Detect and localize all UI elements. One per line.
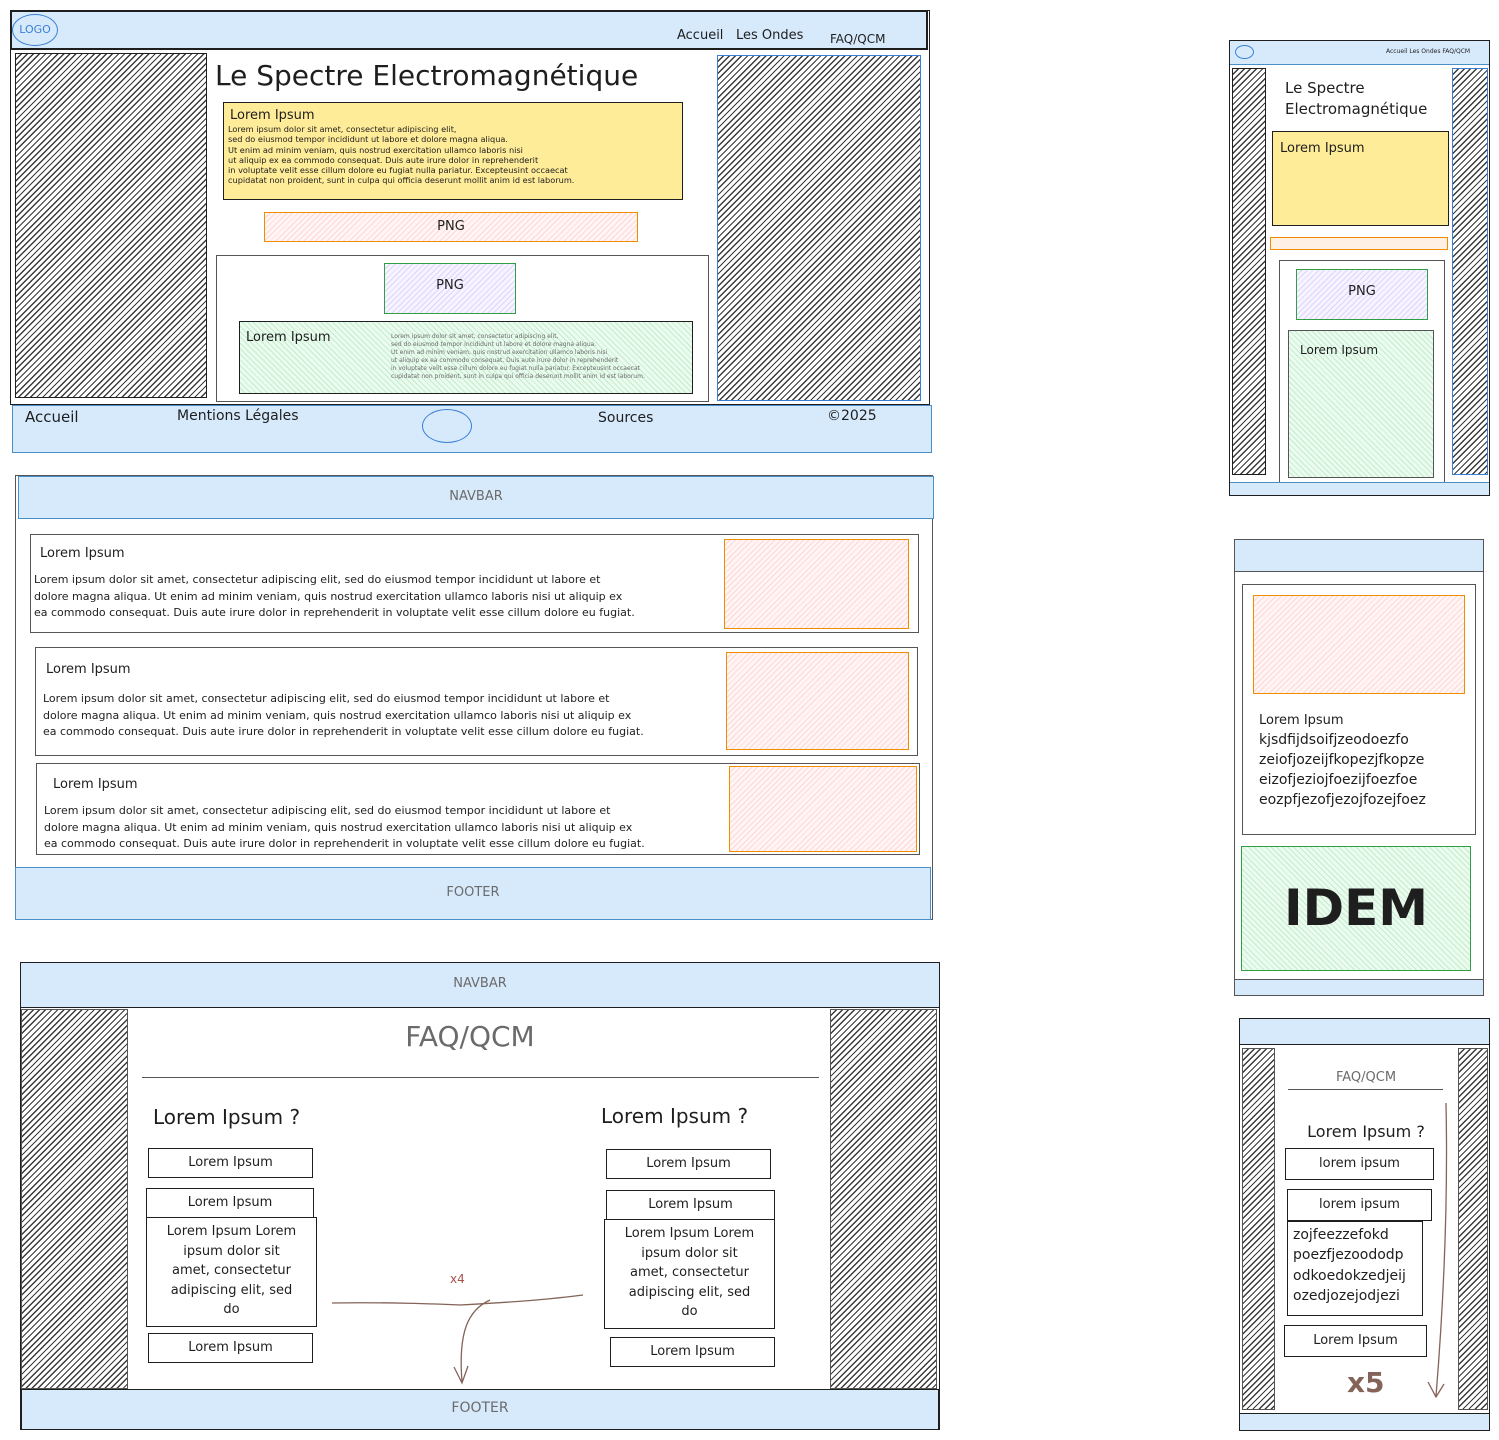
faq-mobile-wireframe: FAQ/QCM Lorem Ipsum ? lorem ipsum lorem … bbox=[1239, 1018, 1490, 1432]
wave-item-1-text: Lorem ipsum dolor sit amet, consectetur … bbox=[34, 573, 635, 619]
faq-mobile-repeat-note: x5 bbox=[1347, 1366, 1385, 1399]
banner-image-label: PNG bbox=[437, 219, 465, 234]
intro-text: Lorem ipsum dolor sit amet, consectetur … bbox=[228, 124, 575, 186]
faq-left-sidebar bbox=[21, 1009, 128, 1389]
ondes-mobile-card-heading: Lorem Ipsum bbox=[1259, 713, 1344, 728]
content-card-text: Lorem ipsum dolor sit amet, consectetur … bbox=[391, 333, 645, 380]
home-desktop-wireframe: LOGO Accueil Les Ondes FAQ/QCM Le Spectr… bbox=[10, 10, 932, 455]
mobile-footer bbox=[1230, 482, 1489, 495]
home-footer bbox=[12, 405, 932, 453]
content-card-heading: Lorem Ipsum bbox=[246, 330, 331, 345]
faq-left-answer-text: Lorem Ipsum Lorem ipsum dolor sit amet, … bbox=[166, 1224, 297, 1317]
faq-right-option-3-label: Lorem Ipsum bbox=[650, 1344, 735, 1359]
wave-item-1-image bbox=[724, 539, 909, 629]
intro-heading: Lorem Ipsum bbox=[230, 108, 315, 123]
mobile-card-image-label: PNG bbox=[1348, 284, 1376, 299]
faq-mobile-question: Lorem Ipsum ? bbox=[1307, 1122, 1425, 1141]
footer-copyright: ©2025 bbox=[827, 408, 877, 424]
faq-repeat-note: x4 bbox=[450, 1272, 465, 1286]
left-sidebar-placeholder bbox=[15, 53, 207, 398]
ondes-footer-label: FOOTER bbox=[446, 885, 500, 900]
right-sidebar-placeholder bbox=[717, 55, 921, 401]
nav-link-faq[interactable]: FAQ/QCM bbox=[830, 32, 885, 46]
faq-navbar-label: NAVBAR bbox=[453, 976, 507, 991]
faq-mobile-answer: zojfeezzefokd poezfjezoododp odkoedokzed… bbox=[1287, 1221, 1423, 1316]
mobile-logo[interactable] bbox=[1235, 45, 1254, 59]
wave-item-3-heading: Lorem Ipsum bbox=[53, 777, 138, 792]
mobile-intro-heading: Lorem Ipsum bbox=[1280, 141, 1365, 156]
footer-link-sources[interactable]: Sources bbox=[598, 410, 653, 426]
ondes-mobile-navbar bbox=[1235, 540, 1483, 572]
footer-link-accueil[interactable]: Accueil bbox=[25, 408, 79, 426]
faq-left-answer: Lorem Ipsum Lorem ipsum dolor sit amet, … bbox=[146, 1217, 317, 1327]
faq-title-divider bbox=[142, 1077, 819, 1078]
ondes-desktop-wireframe: NAVBAR Lorem Ipsum Lorem ipsum dolor sit… bbox=[15, 475, 935, 921]
faq-mobile-title: FAQ/QCM bbox=[1335, 1070, 1397, 1085]
faq-left-option-3-label: Lorem Ipsum bbox=[188, 1340, 273, 1355]
mobile-title-line1: Le Spectre bbox=[1285, 79, 1365, 97]
faq-mobile-option-2-label: lorem ipsum bbox=[1319, 1197, 1400, 1212]
faq-right-sidebar bbox=[830, 1009, 937, 1389]
faq-mobile-option-1[interactable]: lorem ipsum bbox=[1285, 1148, 1434, 1180]
faq-question-right: Lorem Ipsum ? bbox=[601, 1104, 749, 1128]
faq-page-title: FAQ/QCM bbox=[405, 1020, 535, 1053]
faq-right-option-2-label: Lorem Ipsum bbox=[648, 1197, 733, 1212]
home-mobile-wireframe: Accueil Les Ondes FAQ/QCM Le Spectre Ele… bbox=[1229, 40, 1490, 496]
card-image-label: PNG bbox=[436, 278, 464, 293]
faq-right-answer-text: Lorem Ipsum Lorem ipsum dolor sit amet, … bbox=[624, 1226, 755, 1319]
faq-left-option-1[interactable]: Lorem Ipsum bbox=[148, 1148, 313, 1178]
faq-left-option-1-label: Lorem Ipsum bbox=[188, 1155, 273, 1170]
faq-mobile-left-sidebar bbox=[1242, 1048, 1275, 1410]
ondes-mobile-footer bbox=[1235, 979, 1483, 995]
wave-item-2-text: Lorem ipsum dolor sit amet, consectetur … bbox=[43, 692, 644, 738]
faq-left-option-3[interactable]: Lorem Ipsum bbox=[148, 1333, 313, 1363]
wave-item-2-image bbox=[726, 652, 909, 750]
mobile-banner-placeholder bbox=[1270, 237, 1448, 250]
ondes-mobile-card-image bbox=[1253, 595, 1465, 694]
page-title: Le Spectre Electromagnétique bbox=[215, 59, 639, 92]
faq-right-option-3[interactable]: Lorem Ipsum bbox=[610, 1337, 775, 1367]
mobile-content-card-heading: Lorem Ipsum bbox=[1300, 343, 1379, 357]
faq-left-option-2-label: Lorem Ipsum bbox=[187, 1195, 273, 1210]
wave-item-2-heading: Lorem Ipsum bbox=[46, 662, 131, 677]
wave-item-3-image bbox=[729, 766, 917, 852]
footer-link-mentions[interactable]: Mentions Légales bbox=[177, 408, 299, 424]
nav-link-les-ondes[interactable]: Les Ondes bbox=[736, 28, 803, 43]
logo-text: LOGO bbox=[19, 23, 51, 36]
faq-desktop-wireframe: NAVBAR FAQ/QCM Lorem Ipsum ? Lorem Ipsum… bbox=[20, 962, 942, 1432]
ondes-mobile-card-text: kjsdfijdsoifjzeodoezfo zeiofjozeijfkopez… bbox=[1259, 732, 1426, 808]
mobile-right-sidebar bbox=[1452, 68, 1488, 475]
faq-question-left: Lorem Ipsum ? bbox=[153, 1105, 301, 1129]
mobile-left-sidebar bbox=[1232, 68, 1266, 475]
faq-right-option-2[interactable]: Lorem Ipsum bbox=[606, 1190, 775, 1220]
faq-right-option-1-label: Lorem Ipsum bbox=[646, 1156, 731, 1171]
faq-left-option-2[interactable]: Lorem Ipsum bbox=[146, 1188, 314, 1218]
faq-repeat-arrow bbox=[331, 1294, 584, 1385]
ondes-mobile-wireframe: Lorem Ipsum kjsdfijdsoifjzeodoezfo zeiof… bbox=[1234, 539, 1484, 996]
mobile-nav-links[interactable]: Accueil Les Ondes FAQ/QCM bbox=[1386, 48, 1470, 55]
logo[interactable]: LOGO bbox=[12, 14, 58, 46]
faq-right-answer: Lorem Ipsum Lorem ipsum dolor sit amet, … bbox=[604, 1219, 775, 1329]
faq-mobile-answer-text: zojfeezzefokd poezfjezoododp odkoedokzed… bbox=[1293, 1227, 1406, 1304]
footer-logo-circle[interactable] bbox=[422, 409, 472, 443]
faq-mobile-title-divider bbox=[1288, 1089, 1443, 1090]
faq-mobile-option-2[interactable]: lorem ipsum bbox=[1287, 1189, 1432, 1221]
ondes-mobile-idem-label: IDEM bbox=[1283, 879, 1429, 937]
wave-item-3-text: Lorem ipsum dolor sit amet, consectetur … bbox=[44, 804, 645, 850]
faq-mobile-option-1-label: lorem ipsum bbox=[1319, 1156, 1400, 1171]
wave-item-1-heading: Lorem Ipsum bbox=[40, 546, 125, 561]
faq-mobile-option-3-label: Lorem Ipsum bbox=[1313, 1333, 1398, 1348]
faq-mobile-repeat-arrow bbox=[1427, 1102, 1448, 1399]
faq-mobile-option-3[interactable]: Lorem Ipsum bbox=[1284, 1325, 1427, 1357]
ondes-navbar-label: NAVBAR bbox=[449, 489, 503, 504]
faq-right-option-1[interactable]: Lorem Ipsum bbox=[606, 1149, 771, 1179]
faq-footer-label: FOOTER bbox=[451, 1400, 509, 1416]
faq-mobile-navbar bbox=[1240, 1019, 1489, 1045]
mobile-title-line2: Electromagnétique bbox=[1285, 100, 1428, 118]
nav-link-accueil[interactable]: Accueil bbox=[677, 28, 723, 43]
faq-mobile-footer bbox=[1240, 1413, 1489, 1430]
